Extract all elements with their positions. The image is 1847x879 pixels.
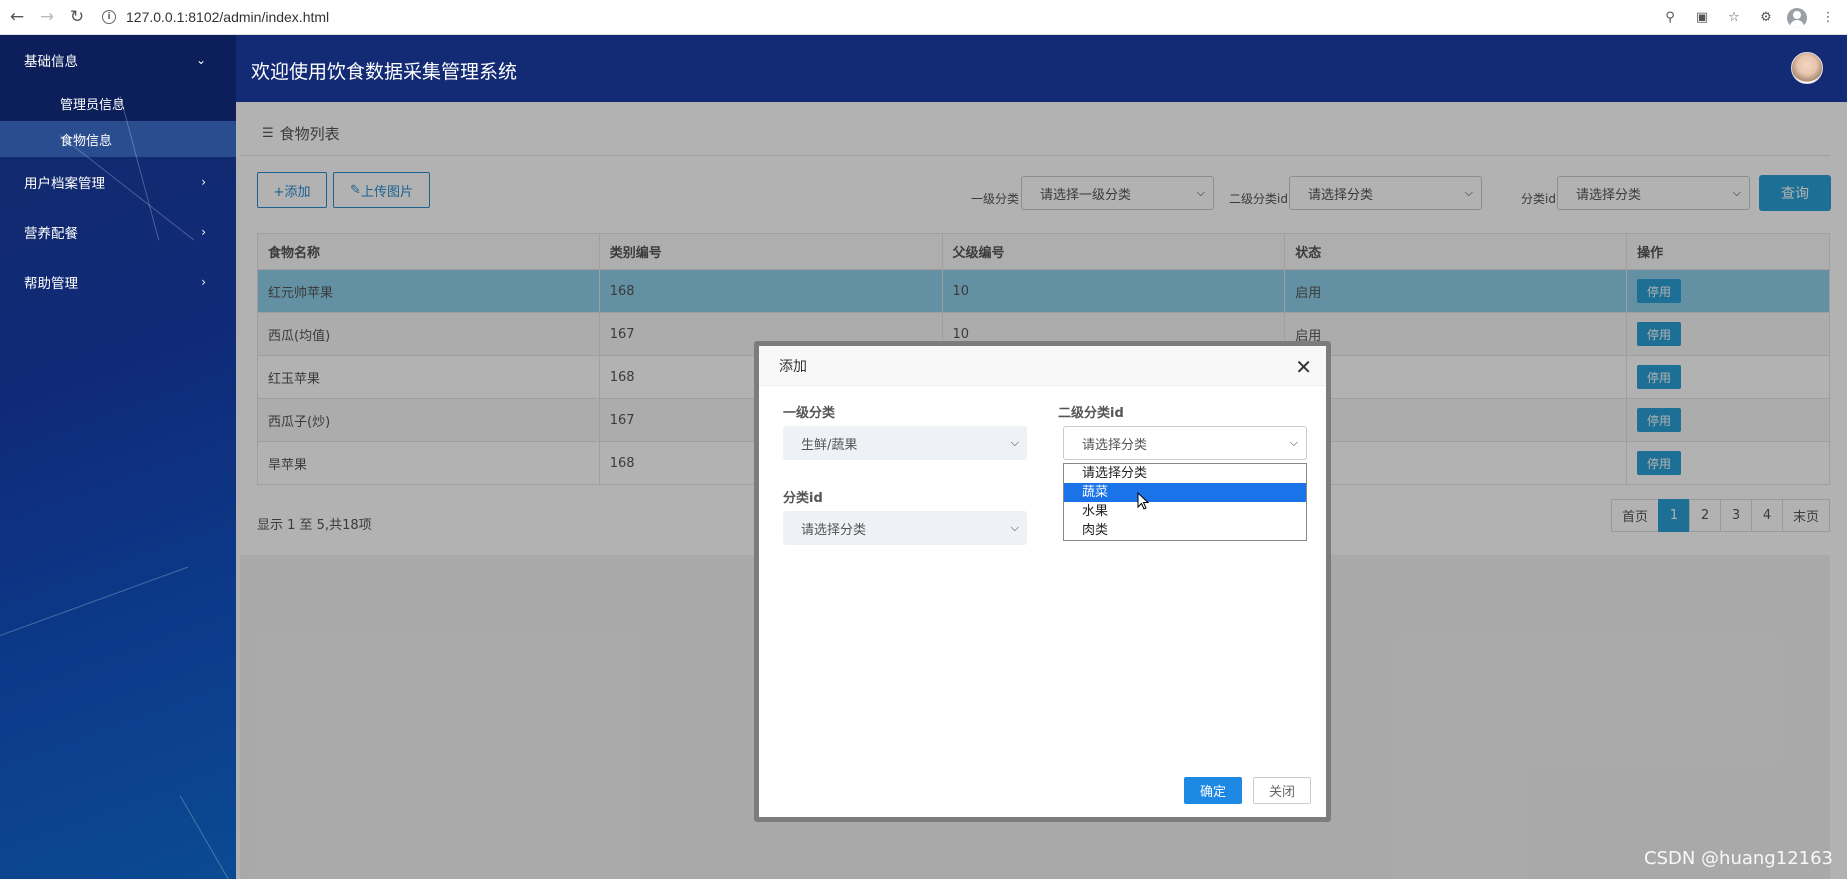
url-text[interactable]: 127.0.0.1:8102/admin/index.html <box>126 9 329 25</box>
chevron-right-icon: › <box>201 175 206 189</box>
app-title: 欢迎使用饮食数据采集管理系统 <box>251 61 518 83</box>
sidebar-item-user-profile[interactable]: 用户档案管理 › <box>0 157 236 207</box>
level2-dropdown-list: 请选择分类 蔬菜 水果 肉类 <box>1063 463 1307 541</box>
sidebar-item-nutrition[interactable]: 营养配餐 › <box>0 207 236 257</box>
close-button[interactable]: 关闭 <box>1253 777 1311 804</box>
translate-icon[interactable]: ▣ <box>1691 7 1713 29</box>
chevron-down-icon: ⌵ <box>1010 436 1019 449</box>
chevron-right-icon: › <box>201 275 206 289</box>
modal-title: 添加 <box>779 358 807 375</box>
more-menu-icon[interactable]: ⋮ <box>1817 7 1839 29</box>
decorative-line <box>0 566 189 636</box>
chevron-right-icon: › <box>201 225 206 239</box>
info-icon[interactable]: i <box>102 10 116 24</box>
avatar[interactable] <box>1791 52 1823 84</box>
sidebar-item-label: 用户档案管理 <box>24 176 105 192</box>
sidebar-subitem-label: 管理员信息 <box>60 97 126 113</box>
confirm-button[interactable]: 确定 <box>1184 777 1242 804</box>
decorative-line <box>179 795 236 879</box>
dropdown-option[interactable]: 请选择分类 <box>1064 464 1306 483</box>
modal-level1-label: 一级分类 <box>783 406 836 421</box>
modal-level1-select[interactable]: 生鲜/蔬果 ⌵ <box>783 426 1027 460</box>
close-icon[interactable]: ✕ <box>1295 355 1312 379</box>
sidebar-subitem-label: 食物信息 <box>60 133 113 149</box>
select-value: 请选择分类 <box>801 522 867 538</box>
modal-cat-label: 分类id <box>783 491 823 506</box>
dropdown-option[interactable]: 水果 <box>1064 502 1306 521</box>
modal-level2-select[interactable]: 请选择分类 ⌵ <box>1063 426 1307 460</box>
sidebar-item-label: 基础信息 <box>24 54 78 70</box>
sidebar-subitem-food-info[interactable]: 食物信息 <box>0 121 236 157</box>
address-bar[interactable]: i 127.0.0.1:8102/admin/index.html <box>102 4 329 30</box>
extensions-icon[interactable]: ⚙ <box>1755 7 1777 29</box>
sidebar-item-basic-info[interactable]: 基础信息 ⌄ <box>0 35 236 85</box>
dropdown-option-selected[interactable]: 蔬菜 <box>1064 483 1306 502</box>
chevron-down-icon: ⌄ <box>195 53 206 67</box>
chevron-down-icon: ⌵ <box>1289 436 1298 449</box>
key-icon[interactable]: ⚲ <box>1659 7 1681 29</box>
chevron-down-icon: ⌵ <box>1010 521 1019 534</box>
add-modal: 添加 ✕ 一级分类 生鲜/蔬果 ⌵ 二级分类id 请选择分类 ⌵ 分类id 请选… <box>759 346 1326 817</box>
watermark: CSDN @huang12163 <box>1644 848 1833 869</box>
modal-level2-label: 二级分类id <box>1058 406 1124 421</box>
mouse-pointer-icon <box>1137 492 1149 510</box>
browser-actions: ⚲ ▣ ☆ ⚙ ⋮ <box>1659 0 1839 35</box>
star-icon[interactable]: ☆ <box>1723 7 1745 29</box>
select-value: 请选择分类 <box>1082 437 1148 453</box>
arrow-right-icon[interactable]: → <box>34 4 60 30</box>
modal-cat-select[interactable]: 请选择分类 ⌵ <box>783 511 1027 545</box>
dropdown-option[interactable]: 肉类 <box>1064 521 1306 540</box>
select-value: 生鲜/蔬果 <box>801 437 858 453</box>
sidebar-item-label: 帮助管理 <box>24 276 78 292</box>
profile-icon[interactable] <box>1787 7 1807 28</box>
browser-toolbar: ← → ↻ i 127.0.0.1:8102/admin/index.html … <box>0 0 1847 35</box>
add-modal-frame: 添加 ✕ 一级分类 生鲜/蔬果 ⌵ 二级分类id 请选择分类 ⌵ 分类id 请选… <box>754 341 1331 822</box>
reload-icon[interactable]: ↻ <box>64 4 90 30</box>
sidebar-item-help[interactable]: 帮助管理 › <box>0 257 236 307</box>
sidebar-item-label: 营养配餐 <box>24 226 78 242</box>
modal-header: 添加 <box>759 346 1326 386</box>
sidebar-subitem-admin-info[interactable]: 管理员信息 <box>0 85 236 121</box>
app-header: 欢迎使用饮食数据采集管理系统 <box>236 35 1847 102</box>
arrow-left-icon[interactable]: ← <box>4 4 30 30</box>
sidebar: 基础信息 ⌄ 管理员信息 食物信息 用户档案管理 › 营养配餐 › 帮助管理 › <box>0 35 236 879</box>
